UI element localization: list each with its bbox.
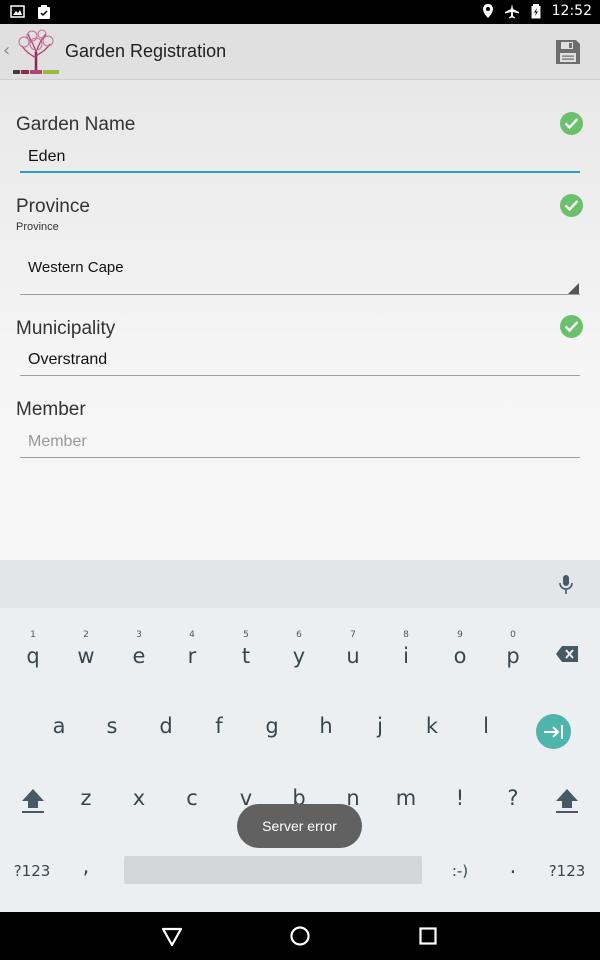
key-s[interactable]: s (92, 714, 132, 738)
toast-text: Server error (262, 818, 337, 834)
member-label: Member (16, 399, 86, 420)
microphone-icon[interactable] (558, 574, 574, 596)
spacebar[interactable] (124, 856, 422, 884)
key-question[interactable]: ? (493, 786, 533, 810)
key-z[interactable]: z (66, 786, 106, 810)
key-a[interactable]: a (39, 714, 79, 738)
status-bar: 12:52 (0, 0, 600, 24)
key-d[interactable]: d (146, 714, 186, 738)
key-q[interactable]: 1q (13, 630, 53, 668)
garden-name-underline (20, 171, 580, 173)
toast-message: Server error (237, 804, 362, 848)
key-exclamation[interactable]: ! (440, 786, 480, 810)
key-period[interactable]: . (493, 854, 533, 878)
member-underline (20, 457, 580, 458)
action-bar: ‹ Garden Registration (0, 24, 600, 80)
member-input[interactable]: Member (28, 433, 87, 451)
province-valid-check-icon (560, 194, 583, 217)
key-j[interactable]: j (360, 714, 400, 738)
enter-next-button[interactable] (536, 714, 571, 749)
key-o[interactable]: 9o (440, 630, 480, 668)
tab-next-icon (544, 725, 563, 739)
key-k[interactable]: k (412, 714, 452, 738)
key-w[interactable]: 2w (66, 630, 106, 668)
province-sublabel: Province (16, 221, 59, 233)
shift-left-icon[interactable] (20, 786, 46, 814)
soft-keyboard: 1q 2w 3e 4r 5t 6y 7u 8i 9o 0p a s d f g … (0, 560, 600, 912)
image-icon (10, 5, 25, 18)
back-chevron-icon[interactable]: ‹ (3, 40, 10, 61)
clipboard-icon (38, 5, 50, 19)
shift-right-icon[interactable] (554, 786, 580, 814)
airplane-icon (504, 4, 519, 19)
status-time: 12:52 (551, 3, 592, 19)
key-f[interactable]: f (199, 714, 239, 738)
province-spinner[interactable]: Western Cape (28, 259, 124, 276)
garden-form: Garden Name Eden Province Province Weste… (0, 80, 600, 560)
garden-name-label: Garden Name (16, 114, 136, 135)
key-u[interactable]: 7u (333, 630, 373, 668)
home-nav-icon[interactable] (288, 924, 312, 948)
key-p[interactable]: 0p (493, 630, 533, 668)
battery-icon (531, 4, 541, 19)
emoji-key[interactable]: :-) (440, 862, 480, 880)
key-t[interactable]: 5t (226, 630, 266, 668)
back-nav-icon[interactable] (160, 924, 184, 948)
key-l[interactable]: l (466, 714, 506, 738)
municipality-underline (20, 375, 580, 376)
key-x[interactable]: x (119, 786, 159, 810)
key-c[interactable]: c (172, 786, 212, 810)
backspace-icon[interactable] (555, 645, 579, 663)
key-y[interactable]: 6y (279, 630, 319, 668)
keyboard-suggestion-bar (0, 560, 600, 608)
key-h[interactable]: h (306, 714, 346, 738)
key-m[interactable]: m (386, 786, 426, 810)
garden-name-input[interactable]: Eden (28, 148, 65, 166)
location-icon (482, 4, 493, 18)
navigation-bar (0, 912, 600, 960)
recents-nav-icon[interactable] (416, 924, 440, 948)
province-underline (20, 294, 580, 295)
tree-logo-icon[interactable] (12, 28, 60, 76)
garden-name-valid-check-icon (560, 112, 583, 135)
key-g[interactable]: g (252, 714, 292, 738)
save-icon[interactable] (553, 38, 583, 66)
municipality-input[interactable]: Overstrand (28, 351, 107, 369)
symbols-key-left[interactable]: ?123 (12, 862, 52, 880)
key-i[interactable]: 8i (386, 630, 426, 668)
key-comma[interactable]: , (66, 854, 106, 878)
symbols-key-right[interactable]: ?123 (547, 862, 587, 880)
key-e[interactable]: 3e (119, 630, 159, 668)
page-title: Garden Registration (65, 41, 227, 61)
key-r[interactable]: 4r (172, 630, 212, 668)
province-label: Province (16, 196, 90, 217)
municipality-label: Municipality (16, 318, 116, 339)
municipality-valid-check-icon (560, 315, 583, 338)
